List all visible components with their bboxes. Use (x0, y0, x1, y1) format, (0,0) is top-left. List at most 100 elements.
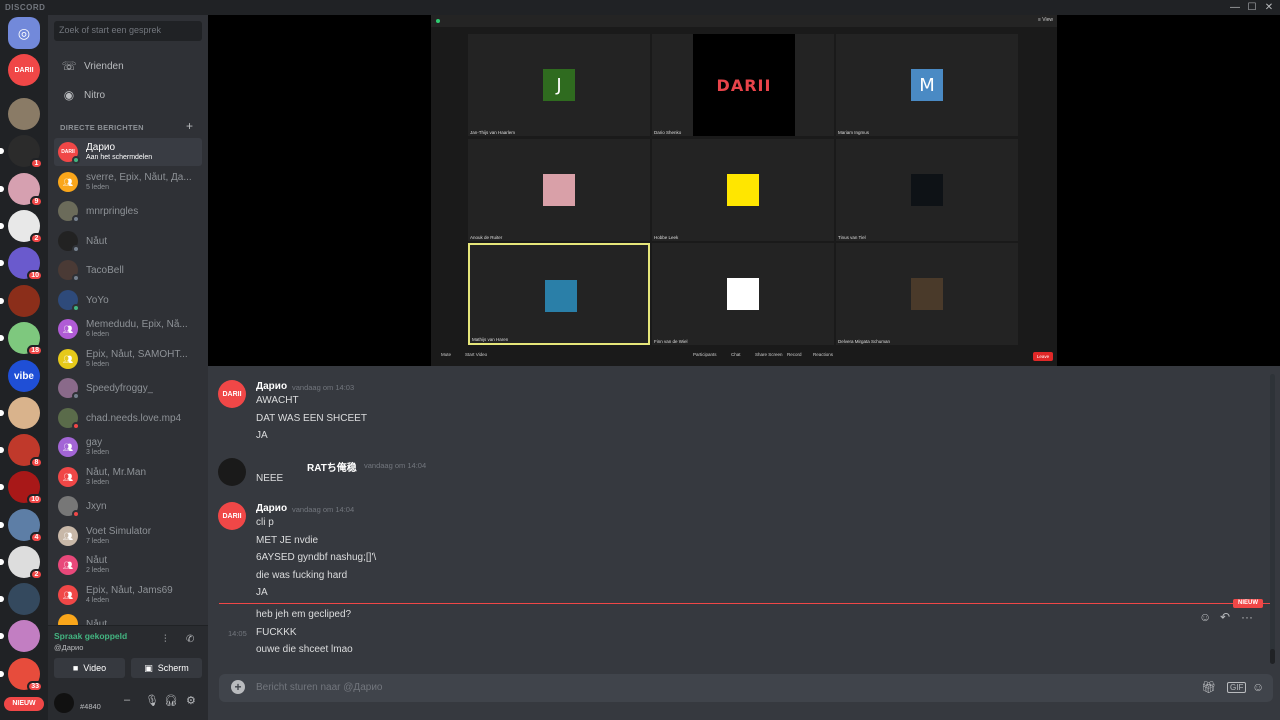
dm-name: gay (86, 437, 103, 448)
dm-item[interactable]: Nåut (54, 227, 202, 255)
dm-avatar: 👥︎ (58, 585, 78, 605)
nav-friends[interactable]: ☏ Vrienden (54, 53, 202, 79)
gif-icon[interactable]: GIF (1227, 682, 1247, 693)
screen-share-stream[interactable]: ≡ View Leave Mute Start Video Participants… (208, 15, 1280, 366)
dm-item[interactable]: TacoBell (54, 256, 202, 284)
server-server-14[interactable]: 4 (0, 509, 43, 543)
new-unread-pill[interactable]: NIEUW (4, 697, 44, 711)
server-server-8[interactable] (0, 285, 40, 317)
minimize-button[interactable]: — (1226, 1, 1244, 14)
server-server-13[interactable]: 10 (0, 471, 43, 505)
unread-pip (0, 298, 4, 304)
presence-status-icon (72, 392, 80, 400)
gift-icon[interactable]: 🎁︎ (1201, 680, 1216, 694)
zoom-participant-tile: M Mariam Ingmus (836, 34, 1018, 136)
dm-name: Дарио (86, 142, 116, 153)
microphone-icon[interactable]: 🎙︎ (145, 694, 159, 707)
mention-badge: 9 (30, 196, 43, 207)
server-icon (8, 285, 40, 317)
zoom-participant-tile: Tinus van Tiel (836, 139, 1018, 241)
dm-item[interactable]: 👥︎ Nåut, Mr.Man 3 leden (54, 463, 202, 491)
server-server-17[interactable] (0, 620, 40, 652)
server-icon (8, 397, 40, 429)
server-server-7[interactable]: 10 (0, 247, 43, 281)
add-dm-icon[interactable]: + (186, 119, 193, 133)
message-composer[interactable]: + Bericht sturen naar @Дарио 🎁︎ GIF ☺ (219, 674, 1273, 702)
dm-item[interactable]: DARII Дарио Aan het schermdelen (54, 138, 202, 166)
dm-item[interactable]: 👥︎ Epix, Nåut, Jams69 4 leden (54, 581, 202, 609)
nitro-icon: ◉ (63, 88, 75, 102)
voice-status[interactable]: Spraak gekoppeld (54, 631, 127, 641)
dm-item[interactable]: Speedyfroggy_ (54, 374, 202, 402)
dm-item[interactable]: YoYo (54, 286, 202, 314)
zoom-participant-tile: Anouk de Ruiter (468, 139, 650, 241)
dm-item[interactable]: 👥︎ Voet Simulator 7 leden (54, 522, 202, 550)
message-input[interactable]: Bericht sturen naar @Дарио (256, 682, 382, 693)
dm-item[interactable]: 👥︎ Epix, Nåut, SAMOHT... 5 leden (54, 345, 202, 373)
server-server-4[interactable]: 1 (0, 135, 43, 169)
zoom-toolbar-item: Record (787, 352, 802, 357)
dm-item[interactable]: 👥︎ Memedudu, Epix, Nå... 6 leden (54, 315, 202, 343)
dm-item[interactable]: 👥︎ gay 3 leden (54, 433, 202, 461)
dm-subtitle: 4 leden (86, 597, 109, 604)
server-server-15[interactable]: 2 (0, 546, 43, 580)
dm-name: YoYo (86, 294, 109, 306)
dm-subtitle: Aan het schermdelen (86, 154, 153, 161)
more-options-icon[interactable]: ··· (1241, 610, 1253, 624)
dm-name: chad.needs.love.mp4 (86, 412, 182, 424)
maximize-button[interactable]: ☐ (1243, 1, 1261, 14)
server-server-5[interactable]: 9 (0, 173, 43, 207)
dm-avatar: DARII (58, 142, 80, 164)
noise-suppression-icon[interactable]: ⫶ (164, 634, 167, 645)
search-input[interactable]: Zoek of start een gesprek (54, 21, 202, 41)
dm-item[interactable]: Jxyn (54, 492, 202, 520)
user-avatar[interactable] (54, 693, 74, 713)
settings-gear-icon[interactable]: ⚙ (186, 694, 196, 707)
message-author-avatar[interactable] (218, 458, 246, 486)
server-server-9[interactable]: 18 (0, 322, 43, 356)
dm-name: Nåut (86, 235, 108, 247)
close-button[interactable]: ✕ (1260, 1, 1278, 14)
server-server-3[interactable] (8, 98, 40, 130)
message-author[interactable]: Дарио (256, 381, 287, 392)
server-server-16[interactable] (0, 583, 40, 615)
nav-nitro[interactable]: ◉ Nitro (54, 82, 202, 108)
voice-panel: Spraak gekoppeld @Дарио ⫶ ✆ ■ Video ▣ Sc… (48, 625, 208, 685)
server-server-11[interactable] (0, 397, 40, 429)
reply-icon[interactable]: ↶ (1220, 610, 1230, 624)
dm-name: TacoBell (86, 264, 124, 276)
dm-name: Epix, Nåut, Jams69 (86, 585, 173, 596)
message-author-avatar[interactable]: DARII (218, 380, 246, 408)
server-home[interactable]: ◎ (8, 17, 40, 49)
zoom-participant-tile: Mathijs van Haren (468, 243, 650, 345)
chat-scrollbar[interactable] (1270, 374, 1275, 664)
server-server-12[interactable]: 8 (0, 434, 43, 468)
screen-icon: ▣ (144, 662, 153, 673)
dm-item[interactable]: 👥︎ Nåut 2 leden (54, 551, 202, 579)
server-server-18[interactable]: 33 (0, 658, 43, 692)
participant-picture (911, 278, 943, 310)
message-text: heb jeh em gecliped? (256, 609, 352, 620)
server-server-6[interactable]: 2 (0, 210, 43, 244)
upload-plus-icon[interactable]: + (231, 680, 245, 694)
server-darii[interactable]: DARII (8, 54, 40, 86)
headphones-icon[interactable]: 🎧︎ (164, 694, 178, 707)
add-reaction-icon[interactable]: ☺ (1199, 610, 1211, 624)
dm-item[interactable]: 👥︎ sverre, Epix, Nåut, Да... 5 leden (54, 168, 202, 196)
message-author[interactable]: Дарио (256, 503, 287, 514)
message-author-avatar[interactable]: DARII (218, 502, 246, 530)
chat-scrollbar-thumb[interactable] (1270, 649, 1275, 664)
presence-status-icon (72, 245, 80, 253)
presence-status-icon (72, 510, 80, 518)
server-vibe[interactable]: vibe (8, 360, 40, 392)
screen-share-button[interactable]: ▣ Scherm (131, 658, 202, 678)
video-button[interactable]: ■ Video (54, 658, 125, 678)
emoji-icon[interactable]: ☺ (1252, 680, 1264, 694)
disconnect-icon[interactable]: ✆ (186, 634, 194, 645)
dm-avatar (58, 260, 80, 282)
participant-name: Hobbe Leek (654, 235, 679, 240)
dm-name: Speedyfroggy_ (86, 382, 154, 394)
message-author[interactable]: RATち俺稳 (307, 459, 357, 474)
dm-item[interactable]: chad.needs.love.mp4 (54, 404, 202, 432)
dm-item[interactable]: mnrpringles (54, 197, 202, 225)
